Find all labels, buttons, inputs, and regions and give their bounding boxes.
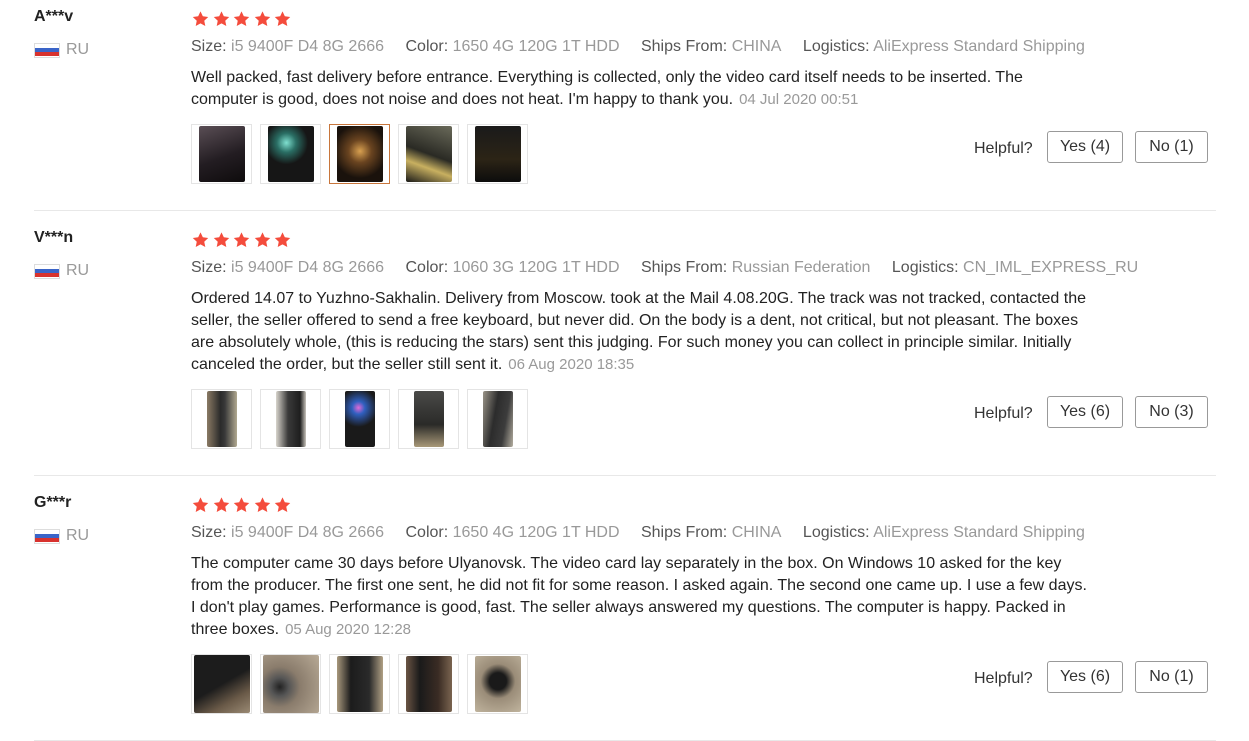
color-value: 1060 3G 120G 1T HDD: [452, 259, 620, 276]
star-icon: [191, 496, 210, 514]
ships-from-label: Ships From:: [640, 524, 728, 541]
star-icon: [253, 10, 272, 28]
russia-flag-icon: [34, 528, 60, 544]
review-text: Ordered 14.07 to Yuzhno-Sakhalin. Delive…: [191, 290, 1086, 373]
helpful-label: Helpful?: [974, 405, 1033, 422]
order-specs: Size: i5 9400F D4 8G 2666 Color: 1060 3G…: [191, 259, 1155, 277]
order-specs: Size: i5 9400F D4 8G 2666 Color: 1650 4G…: [191, 38, 1102, 56]
logistics-value: CN_IML_EXPRESS_RU: [963, 259, 1139, 276]
ships-from-value: Russian Federation: [731, 259, 871, 276]
size-value: i5 9400F D4 8G 2666: [231, 38, 385, 55]
star-icon: [232, 496, 251, 514]
star-icon: [253, 231, 272, 249]
star-rating: [191, 496, 294, 514]
ships-from-value: CHINA: [731, 524, 782, 541]
helpful-label: Helpful?: [974, 670, 1033, 687]
logistics-label: Logistics:: [891, 259, 959, 276]
review-photos: [191, 389, 536, 449]
russia-flag-icon: [34, 263, 60, 279]
review-photo-thumbnail[interactable]: [329, 654, 390, 714]
helpful-yes-button[interactable]: Yes (4): [1047, 131, 1123, 163]
review-date: 06 Aug 2020 18:35: [508, 356, 635, 373]
ships-from-label: Ships From:: [640, 259, 728, 276]
review-photo-thumbnail[interactable]: [398, 124, 459, 184]
order-specs: Size: i5 9400F D4 8G 2666 Color: 1650 4G…: [191, 524, 1102, 542]
star-rating: [191, 10, 294, 28]
color-label: Color:: [405, 259, 449, 276]
review-photo-thumbnail[interactable]: [191, 124, 252, 184]
star-icon: [273, 496, 292, 514]
review-photo-thumbnail[interactable]: [260, 654, 321, 714]
review-photo-thumbnail[interactable]: [398, 389, 459, 449]
review-date: 05 Aug 2020 12:28: [285, 621, 412, 638]
review-photos: [191, 124, 536, 184]
helpful-no-button[interactable]: No (1): [1135, 661, 1208, 693]
star-icon: [191, 231, 210, 249]
helpful-no-button[interactable]: No (1): [1135, 131, 1208, 163]
reviewer-name: G***r: [34, 494, 72, 511]
size-value: i5 9400F D4 8G 2666: [231, 259, 385, 276]
review-date: 04 Jul 2020 00:51: [739, 91, 859, 108]
reviewer-country: RU: [34, 262, 89, 280]
review-photo-thumbnail[interactable]: [398, 654, 459, 714]
russia-flag-icon: [34, 42, 60, 58]
color-value: 1650 4G 120G 1T HDD: [452, 524, 620, 541]
review-text-block: The computer came 30 days before Ulyanov…: [191, 553, 1091, 641]
review-photo-thumbnail[interactable]: [260, 124, 321, 184]
review-photo-thumbnail[interactable]: [329, 389, 390, 449]
star-rating: [191, 231, 294, 249]
logistics-value: AliExpress Standard Shipping: [873, 38, 1085, 55]
size-label: Size:: [191, 524, 227, 541]
color-label: Color:: [405, 38, 449, 55]
review-divider: [34, 475, 1216, 476]
logistics-label: Logistics:: [802, 524, 870, 541]
star-icon: [273, 231, 292, 249]
review-text-block: Ordered 14.07 to Yuzhno-Sakhalin. Delive…: [191, 288, 1091, 376]
star-icon: [232, 10, 251, 28]
review-photo-thumbnail[interactable]: [467, 389, 528, 449]
helpful-label: Helpful?: [974, 140, 1033, 157]
review-photo-thumbnail[interactable]: [191, 389, 252, 449]
reviewer-country: RU: [34, 41, 89, 59]
ships-from-value: CHINA: [731, 38, 782, 55]
country-code: RU: [66, 262, 90, 279]
color-label: Color:: [405, 524, 449, 541]
helpful-no-button[interactable]: No (3): [1135, 396, 1208, 428]
star-icon: [212, 231, 231, 249]
review-photo-thumbnail[interactable]: [467, 124, 528, 184]
reviewer-country: RU: [34, 527, 89, 545]
star-icon: [273, 10, 292, 28]
review-photo-thumbnail[interactable]: [329, 124, 390, 184]
logistics-value: AliExpress Standard Shipping: [873, 524, 1085, 541]
helpful-yes-button[interactable]: Yes (6): [1047, 661, 1123, 693]
review-divider: [34, 210, 1216, 211]
review-photo-thumbnail[interactable]: [467, 654, 528, 714]
country-code: RU: [66, 527, 90, 544]
star-icon: [232, 231, 251, 249]
ships-from-label: Ships From:: [640, 38, 728, 55]
size-label: Size:: [191, 259, 227, 276]
logistics-label: Logistics:: [802, 38, 870, 55]
color-value: 1650 4G 120G 1T HDD: [452, 38, 620, 55]
size-value: i5 9400F D4 8G 2666: [231, 524, 385, 541]
review-text-block: Well packed, fast delivery before entran…: [191, 67, 1091, 111]
star-icon: [253, 496, 272, 514]
star-icon: [212, 496, 231, 514]
reviewer-name: A***v: [34, 8, 74, 25]
size-label: Size:: [191, 38, 227, 55]
star-icon: [191, 10, 210, 28]
helpful-yes-button[interactable]: Yes (6): [1047, 396, 1123, 428]
review-photo-thumbnail[interactable]: [191, 654, 252, 714]
review-photo-thumbnail[interactable]: [260, 389, 321, 449]
reviewer-name: V***n: [34, 229, 74, 246]
star-icon: [212, 10, 231, 28]
country-code: RU: [66, 41, 90, 58]
review-photos: [191, 654, 536, 714]
review-text: Well packed, fast delivery before entran…: [191, 69, 1023, 108]
